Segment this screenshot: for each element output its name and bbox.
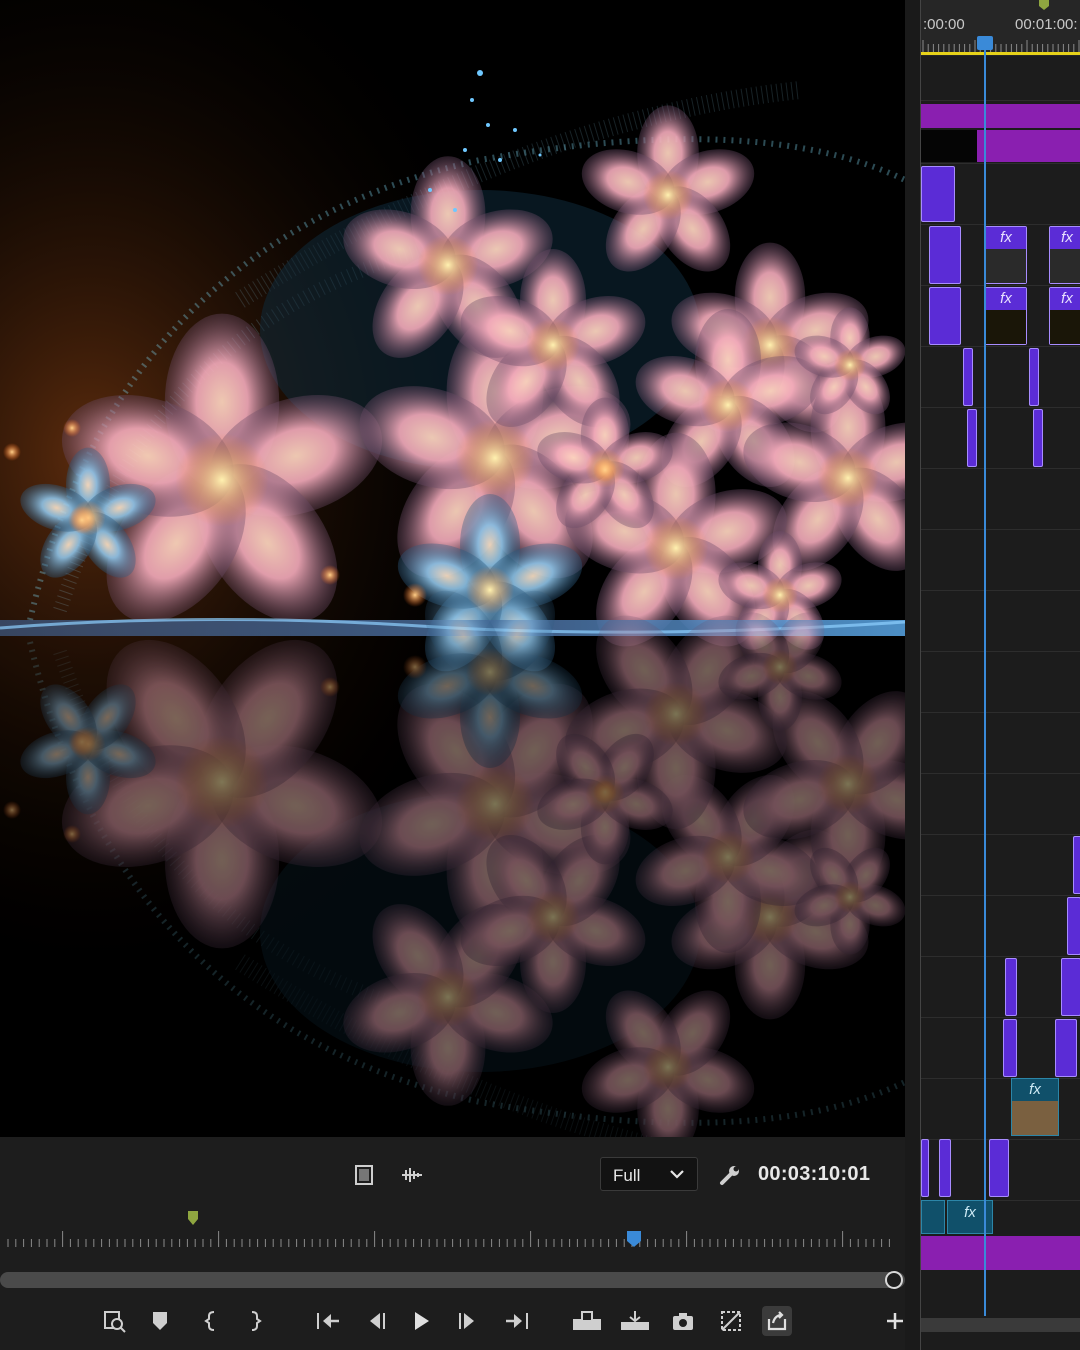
- timeline-clip[interactable]: [989, 1139, 1009, 1197]
- fx-badge: fx: [986, 227, 1026, 249]
- program-monitor-viewer: [0, 0, 905, 1137]
- transport-controls: [0, 1292, 905, 1350]
- timeline-scrollbar[interactable]: [921, 1318, 1080, 1332]
- fx-badge: fx: [1012, 1079, 1058, 1101]
- timeline-clip-fx[interactable]: fx: [985, 287, 1027, 345]
- timeline-clip[interactable]: [921, 1139, 929, 1197]
- timeline-panel: :00:00 00:01:00: fx fx fx fx fx fx: [920, 0, 1080, 1350]
- step-forward-icon[interactable]: [453, 1306, 483, 1336]
- program-monitor-controls: Full 00:03:10:01: [0, 1137, 905, 1350]
- audio-scrub-icon[interactable]: [400, 1165, 424, 1189]
- playhead-timecode[interactable]: 00:03:10:01: [758, 1163, 870, 1186]
- fx-badge: fx: [986, 288, 1026, 310]
- monitor-zoom-scrollbar[interactable]: [0, 1272, 905, 1288]
- timeline-ruler[interactable]: :00:00 00:01:00:: [921, 0, 1080, 56]
- play-icon[interactable]: [406, 1306, 436, 1336]
- timeline-clip[interactable]: [939, 1139, 951, 1197]
- export-frame-icon[interactable]: [668, 1306, 698, 1336]
- timeline-clip[interactable]: [1067, 897, 1080, 955]
- zoom-level-select[interactable]: Full: [600, 1157, 698, 1191]
- timeline-clip[interactable]: [977, 130, 1080, 162]
- video-frame-glowing-flowers: [0, 0, 905, 1137]
- mini-timeline-ruler[interactable]: [0, 1207, 905, 1257]
- zoom-fit-icon[interactable]: [100, 1306, 130, 1336]
- timeline-clip[interactable]: [1003, 1019, 1017, 1077]
- comparison-view-icon[interactable]: [716, 1306, 746, 1336]
- go-to-in-icon[interactable]: [313, 1306, 343, 1336]
- timeline-clip[interactable]: [921, 104, 1080, 128]
- timeline-clip[interactable]: [921, 1200, 945, 1234]
- ruler-ticks: [922, 0, 1080, 52]
- timeline-clip[interactable]: [921, 130, 977, 162]
- add-button-icon[interactable]: [880, 1306, 910, 1336]
- timeline-clip[interactable]: [1073, 836, 1080, 894]
- mark-in-icon[interactable]: [196, 1306, 226, 1336]
- timeline-clip[interactable]: [1061, 958, 1080, 1016]
- timeline-clip[interactable]: [921, 166, 955, 222]
- add-marker-icon[interactable]: [145, 1306, 175, 1336]
- timeline-playhead[interactable]: [984, 36, 986, 1316]
- chevron-down-icon: [669, 1164, 685, 1189]
- mark-out-icon[interactable]: [240, 1306, 270, 1336]
- timeline-clip[interactable]: [967, 409, 977, 467]
- timeline-clip[interactable]: [921, 1236, 1080, 1270]
- playhead-handle[interactable]: [977, 36, 993, 50]
- timeline-clip-fx[interactable]: fx: [985, 226, 1027, 284]
- timeline-clip-fx[interactable]: fx: [1049, 287, 1080, 345]
- zoom-level-value: Full: [613, 1166, 641, 1185]
- marker-icon: [1039, 0, 1049, 10]
- timeline-clip[interactable]: [1033, 409, 1043, 467]
- timeline-clip[interactable]: [963, 348, 973, 406]
- timeline-clip[interactable]: [1005, 958, 1017, 1016]
- share-icon[interactable]: [762, 1306, 792, 1336]
- playhead-icon: [627, 1231, 641, 1247]
- timeline-clip[interactable]: [1029, 348, 1039, 406]
- timeline-clip-fx[interactable]: fx: [1011, 1078, 1059, 1136]
- panel-divider[interactable]: [905, 0, 920, 1350]
- work-area-bar[interactable]: [921, 52, 1080, 55]
- insert-icon[interactable]: [572, 1306, 602, 1336]
- timeline-clip[interactable]: [929, 226, 961, 284]
- timeline-clip[interactable]: [1055, 1019, 1077, 1077]
- timeline-clip-fx[interactable]: fx: [947, 1200, 993, 1234]
- safe-margins-icon[interactable]: [354, 1165, 374, 1189]
- timeline-clip[interactable]: [929, 287, 961, 345]
- go-to-out-icon[interactable]: [502, 1306, 532, 1336]
- fx-badge: fx: [1050, 288, 1080, 310]
- scrollbar-handle[interactable]: [885, 1271, 903, 1289]
- settings-wrench-icon[interactable]: [718, 1163, 742, 1191]
- timeline-clip-fx[interactable]: fx: [1049, 226, 1080, 284]
- step-back-icon[interactable]: [361, 1306, 391, 1336]
- marker-icon: [188, 1211, 198, 1225]
- fx-badge: fx: [1050, 227, 1080, 249]
- overwrite-icon[interactable]: [620, 1306, 650, 1336]
